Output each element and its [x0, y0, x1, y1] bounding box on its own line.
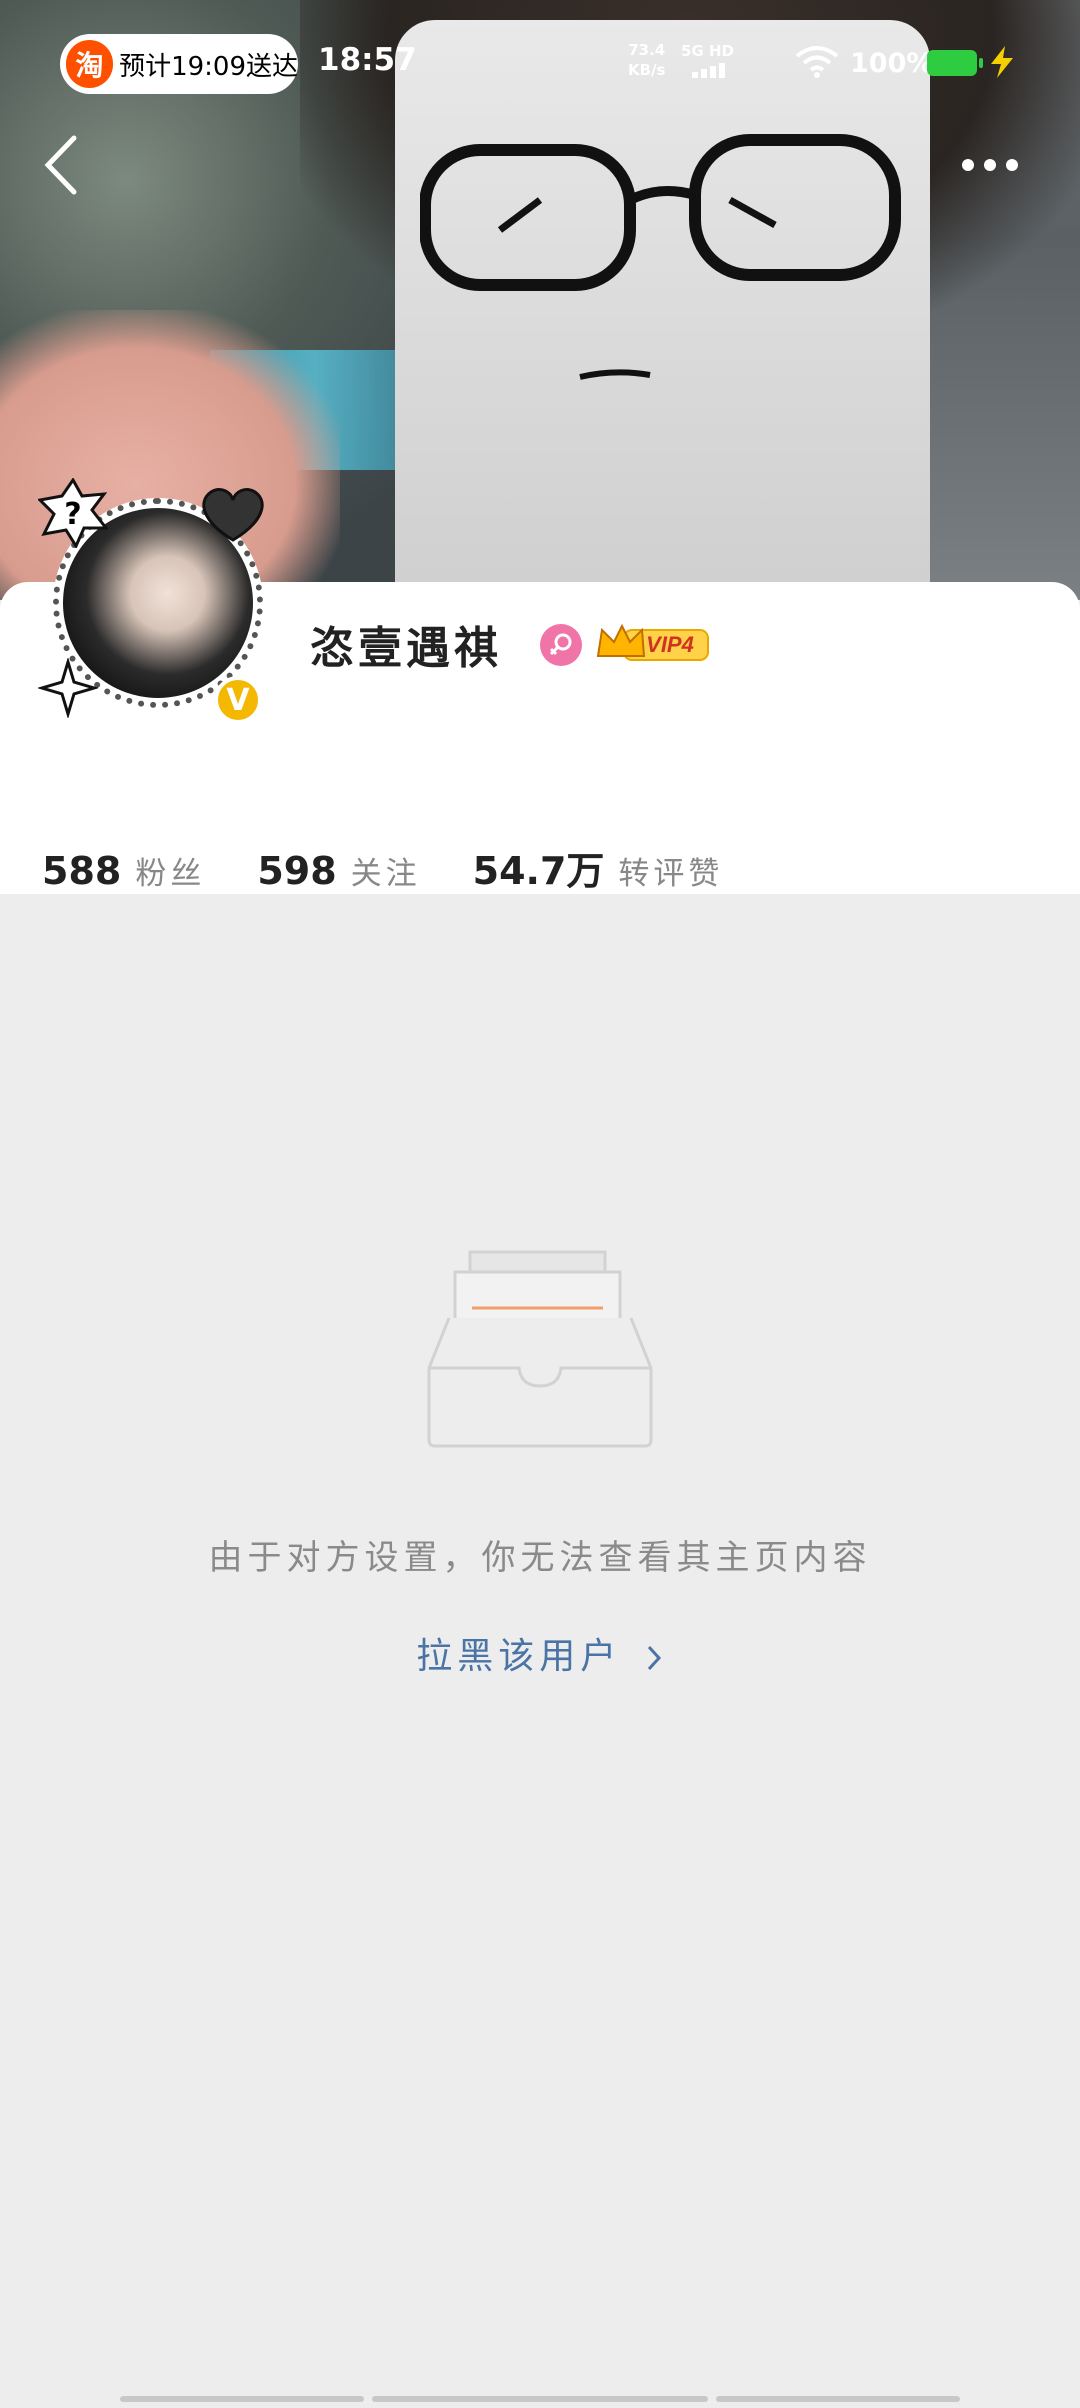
signal-bars-icon [692, 62, 732, 78]
profile-username: 恣壹遇祺 [310, 623, 502, 674]
stat-label: 关注 [350, 856, 421, 892]
speed-value: 73.4 [628, 41, 666, 59]
spark-sticker-icon [38, 658, 98, 718]
back-arrow-icon[interactable] [38, 130, 88, 200]
svg-text:?: ? [64, 497, 81, 532]
chevron-right-icon [647, 1645, 661, 1671]
stat-label: 粉丝 [135, 856, 206, 892]
profile-stats: 588 粉丝 598 关注 54.7万 转评赞 [42, 840, 775, 895]
stat-value: 54.7万 [472, 849, 605, 893]
battery-percent: 100% [850, 48, 934, 79]
battery-icon [927, 50, 983, 76]
vip-label: VIP4 [646, 632, 694, 657]
block-user-label: 拉黑该用户 [416, 1636, 622, 1677]
avatar-container[interactable]: ? V [38, 478, 278, 724]
stat-value: 598 [257, 849, 337, 893]
clock: 18:57 [318, 42, 417, 78]
vip-crown-icon[interactable]: VIP4 [594, 620, 710, 666]
stat-following[interactable]: 598 关注 [257, 848, 420, 893]
more-dots-icon[interactable] [960, 150, 1020, 180]
verified-badge-icon: V [214, 676, 262, 724]
wifi-icon [795, 46, 839, 78]
charging-bolt-icon [991, 46, 1013, 78]
gesture-bar [120, 2396, 960, 2404]
network-type: 5G HD [681, 42, 734, 60]
female-gender-icon [540, 624, 582, 666]
empty-inbox-icon [427, 1250, 653, 1448]
stat-followers[interactable]: 588 粉丝 [42, 848, 205, 893]
privacy-message: 由于对方设置，你无法查看其主页内容 [208, 1538, 872, 1578]
stat-label: 转评赞 [618, 856, 724, 892]
heart-sticker-icon [202, 488, 264, 542]
status-bar: 淘 预计19:09送达 18:57 73.4 KB/s 5G HD 100% [0, 0, 1080, 120]
network-speed: 73.4 KB/s [628, 40, 665, 80]
mouth-drawing [579, 369, 651, 380]
delivery-text: 预计19:09送达 [119, 51, 298, 82]
block-user-link[interactable]: 拉黑该用户 [0, 1627, 1080, 1679]
taobao-delivery-pill[interactable]: 淘 预计19:09送达 [60, 34, 298, 94]
stat-value: 588 [42, 849, 122, 893]
glasses-drawing [420, 134, 901, 291]
taobao-logo-icon: 淘 [66, 40, 114, 88]
speed-unit: KB/s [628, 61, 666, 79]
stat-likes[interactable]: 54.7万 转评赞 [473, 840, 724, 895]
question-sticker-icon: ? [38, 478, 108, 548]
